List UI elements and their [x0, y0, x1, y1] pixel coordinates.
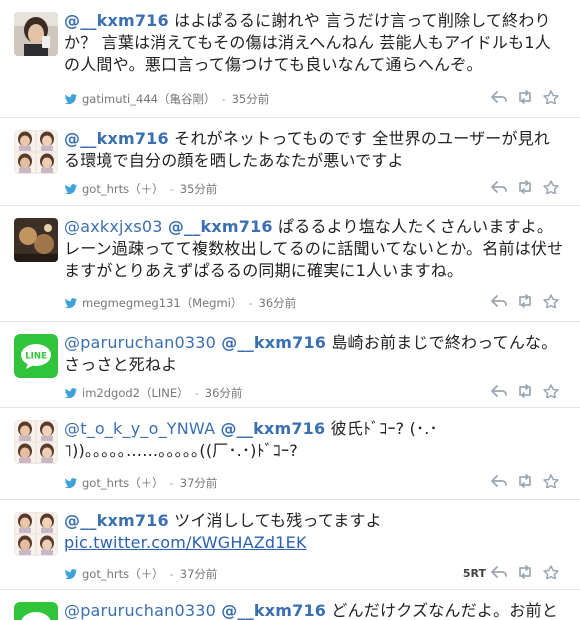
tweet-text: @t_o_k_y_o_YNWA @__kxm716 彼氏ﾄﾞｺｰ? (･.･ ˥…	[64, 418, 564, 462]
svg-text:LINE: LINE	[25, 352, 47, 362]
timestamp-link[interactable]: 36分前	[259, 295, 297, 311]
mention-link[interactable]: @__kxm716	[64, 11, 169, 30]
tweet-item[interactable]: @__kxm716 はよぱるるに謝れや 言うだけ言って削除して終わりか？ 言葉は…	[0, 0, 580, 118]
twitter-bird-icon	[64, 388, 78, 399]
mention-link[interactable]: @__kxm716	[168, 217, 273, 236]
tweet-item[interactable]: LINE @paruruchan0330 @__kxm716 どんだけクズなんだよ…	[0, 590, 580, 620]
twitter-bird-icon	[64, 569, 78, 580]
reply-icon[interactable]	[490, 180, 508, 194]
meta-separator: -	[169, 476, 174, 490]
avatar[interactable]	[14, 420, 58, 464]
retweet-icon[interactable]	[516, 294, 534, 308]
twitter-bird-icon	[64, 184, 78, 195]
tweet-meta: megmegmeg131 （Megmi） -36分前	[64, 295, 296, 311]
retweet-icon[interactable]	[516, 90, 534, 104]
username-link[interactable]: got_hrts	[82, 476, 129, 490]
twitter-bird-icon	[64, 478, 78, 489]
tweet-meta: got_hrts （＋） -37分前	[64, 566, 217, 582]
reply-icon[interactable]	[490, 294, 508, 308]
avatar[interactable]	[14, 218, 58, 262]
favorite-star-icon[interactable]	[542, 384, 560, 398]
display-name: （亀谷剛）	[157, 92, 216, 106]
tweet-text: @__kxm716 ツイ消ししても残ってますよ pic.twitter.com/K…	[64, 510, 564, 554]
reply-icon[interactable]	[490, 384, 508, 398]
display-name: （LINE）	[139, 386, 189, 400]
favorite-star-icon[interactable]	[542, 180, 560, 194]
tweet-item[interactable]: @axkxjxs03 @__kxm716 ぱるるより塩な人たくさんいますよ。レー…	[0, 206, 580, 322]
timestamp-link[interactable]: 35分前	[180, 181, 218, 197]
meta-separator: -	[248, 296, 253, 310]
timestamp-link[interactable]: 37分前	[180, 475, 218, 491]
username-link[interactable]: got_hrts	[82, 567, 129, 581]
tweet-item[interactable]: @t_o_k_y_o_YNWA @__kxm716 彼氏ﾄﾞｺｰ? (･.･ ˥…	[0, 408, 580, 500]
display-name: （Megmi）	[180, 296, 243, 310]
mention-link[interactable]: @__kxm716	[221, 601, 326, 620]
avatar[interactable]	[14, 130, 58, 174]
tweet-body-text: ツイ消ししても残ってますよ	[168, 511, 382, 530]
username-link[interactable]: megmegmeg131	[82, 296, 181, 310]
avatar[interactable]	[14, 12, 58, 56]
display-name: （＋）	[129, 567, 164, 581]
timestamp-link[interactable]: 36分前	[205, 385, 243, 401]
favorite-star-icon[interactable]	[542, 474, 560, 488]
tweet-actions	[490, 90, 560, 104]
username-link[interactable]: im2dgod2	[82, 386, 140, 400]
mention-link[interactable]: @paruruchan0330	[64, 601, 216, 620]
tweet-text: @paruruchan0330 @__kxm716 島崎お前まじで終わってんな。…	[64, 332, 564, 376]
retweet-icon[interactable]	[516, 474, 534, 488]
mention-link[interactable]: @__kxm716	[221, 333, 326, 352]
username-link[interactable]: gatimuti_444	[82, 92, 158, 106]
tweet-meta: got_hrts （＋） -35分前	[64, 181, 217, 197]
meta-separator: -	[169, 567, 174, 581]
tweet-actions	[490, 294, 560, 308]
retweet-icon[interactable]	[516, 384, 534, 398]
meta-separator: -	[194, 386, 199, 400]
mention-link[interactable]: @t_o_k_y_o_YNWA	[64, 419, 215, 438]
display-name: （＋）	[129, 476, 164, 490]
favorite-star-icon[interactable]	[542, 294, 560, 308]
mention-link[interactable]: @__kxm716	[64, 511, 169, 530]
tweet-actions	[490, 180, 560, 194]
avatar[interactable]	[14, 512, 58, 556]
tweet-actions	[490, 474, 560, 488]
favorite-star-icon[interactable]	[542, 565, 560, 579]
tweet-meta: im2dgod2 （LINE） -36分前	[64, 385, 242, 401]
tweet-actions	[490, 565, 560, 579]
tweet-item[interactable]: @__kxm716 ツイ消ししても残ってますよ pic.twitter.com/K…	[0, 500, 580, 590]
mention-link[interactable]: @paruruchan0330	[64, 333, 216, 352]
mention-link[interactable]: @__kxm716	[221, 419, 326, 438]
tweet-item[interactable]: @__kxm716 それがネットってものです 全世界のユーザーが見れる環境で自分…	[0, 118, 580, 206]
mention-link[interactable]: @__kxm716	[64, 129, 169, 148]
avatar[interactable]: LINE	[14, 602, 58, 620]
display-name: （＋）	[129, 182, 164, 196]
timestamp-link[interactable]: 35分前	[232, 91, 270, 107]
tweet-meta: got_hrts （＋） -37分前	[64, 475, 217, 491]
retweet-icon[interactable]	[516, 180, 534, 194]
reply-icon[interactable]	[490, 565, 508, 579]
twitter-bird-icon	[64, 94, 78, 105]
meta-separator: -	[169, 182, 174, 196]
reply-icon[interactable]	[490, 90, 508, 104]
twitter-bird-icon	[64, 298, 78, 309]
image-link[interactable]: pic.twitter.com/KWGHAZd1EK	[64, 533, 307, 552]
username-link[interactable]: got_hrts	[82, 182, 129, 196]
tweet-meta: gatimuti_444 （亀谷剛） -35分前	[64, 91, 269, 107]
tweet-text: @axkxjxs03 @__kxm716 ぱるるより塩な人たくさんいますよ。レー…	[64, 216, 564, 282]
avatar[interactable]: LINE	[14, 334, 58, 378]
tweet-actions	[490, 384, 560, 398]
meta-separator: -	[221, 92, 226, 106]
retweet-count: 5RT	[462, 567, 486, 580]
mention-link[interactable]: @axkxjxs03	[64, 217, 163, 236]
reply-icon[interactable]	[490, 474, 508, 488]
timestamp-link[interactable]: 37分前	[180, 566, 218, 582]
favorite-star-icon[interactable]	[542, 90, 560, 104]
tweet-text: @__kxm716 それがネットってものです 全世界のユーザーが見れる環境で自分…	[64, 128, 564, 172]
tweet-item[interactable]: LINE @paruruchan0330 @__kxm716 島崎お前まじで終わっ…	[0, 322, 580, 408]
tweet-text: @__kxm716 はよぱるるに謝れや 言うだけ言って削除して終わりか？ 言葉は…	[64, 10, 564, 76]
retweet-icon[interactable]	[516, 565, 534, 579]
tweet-text: @paruruchan0330 @__kxm716 どんだけクズなんだよ。お前と…	[64, 600, 564, 620]
